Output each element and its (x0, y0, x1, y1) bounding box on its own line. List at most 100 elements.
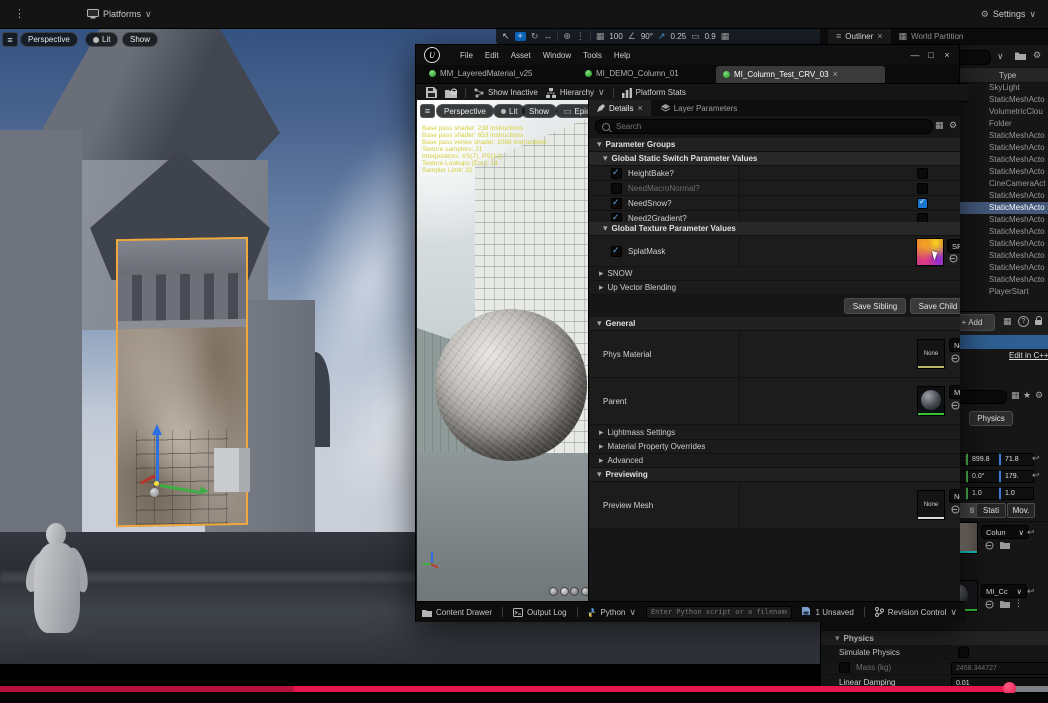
save-icon[interactable] (426, 87, 437, 98)
use-selected-icon[interactable] (985, 600, 994, 609)
gizmo-y-arrowhead[interactable] (199, 486, 209, 495)
tab-mm-layeredmaterial[interactable]: MM_LayeredMaterial_v25 (422, 65, 586, 82)
gizmo-z-axis[interactable] (156, 435, 159, 483)
window-titlebar[interactable]: U File Edit Asset Window Tools Help — □ … (416, 45, 959, 66)
browse-icon[interactable] (1000, 600, 1010, 608)
grid-snap-icon[interactable]: ▦ (596, 32, 605, 41)
chevron-down-icon[interactable]: ∨ (997, 52, 1004, 61)
preview-plane-icon[interactable] (570, 587, 579, 596)
surface-snap-icon[interactable]: ⋮ (576, 32, 585, 41)
scale-tool-icon[interactable]: ↔ (543, 32, 552, 41)
location-y-field[interactable]: 899.8 (966, 453, 1003, 466)
material-slot2-dropdown[interactable]: MI_Cc∨ (981, 584, 1027, 598)
up-vector-blending-row[interactable]: ▸Up Vector Blending (589, 281, 960, 295)
platform-stats-button[interactable]: Platform Stats (622, 88, 686, 98)
menu-help[interactable]: Help (608, 51, 636, 60)
param-enable-checkbox[interactable] (611, 183, 622, 194)
select-tool-icon[interactable]: ↖ (502, 32, 510, 41)
reset-location-icon[interactable]: ↩ (1032, 453, 1040, 464)
use-selected-icon[interactable] (985, 541, 994, 550)
menu-asset[interactable]: Asset (505, 51, 537, 60)
preview-mesh-dropdown[interactable]: None∨ (949, 489, 960, 503)
details-search-input[interactable] (614, 121, 878, 132)
phys-material-thumbnail[interactable]: None (917, 339, 945, 369)
browse-icon[interactable] (1000, 541, 1010, 549)
settings-button[interactable]: ⚙ Settings∨ (981, 9, 1036, 19)
close-tab-icon[interactable]: × (833, 70, 838, 79)
texture-group-header[interactable]: ▾Global Texture Parameter Values (589, 222, 960, 236)
lock-icon[interactable] (1035, 320, 1042, 325)
save-child-button[interactable]: Save Child (910, 298, 960, 314)
material-property-overrides-row[interactable]: ▸Material Property Overrides (589, 440, 960, 454)
viewport-show-button[interactable]: Show (122, 32, 158, 47)
mass-override-checkbox[interactable] (839, 662, 850, 673)
param-enable-checkbox[interactable] (611, 246, 622, 257)
move-tool-icon[interactable]: + (515, 32, 526, 41)
lightmass-settings-row[interactable]: ▸Lightmass Settings (589, 426, 960, 440)
material-slot1-dropdown[interactable]: Colun∨ (981, 525, 1029, 539)
previewing-header[interactable]: ▾Previewing (589, 468, 960, 482)
camera-speed-value[interactable]: 0.9 (705, 32, 716, 41)
preview-cylinder-icon[interactable] (549, 587, 558, 596)
details-settings-icon[interactable]: ⚙ (1035, 391, 1043, 400)
camera-speed-icon[interactable]: ▭ (691, 32, 700, 41)
use-selected-icon[interactable] (951, 401, 960, 410)
scale-y-field[interactable]: 1.0 (966, 487, 1003, 500)
revision-control-button[interactable]: Revision Control∨ (875, 607, 957, 617)
parameter-groups-header[interactable]: ▾Parameter Groups (589, 138, 960, 152)
close-tab-icon[interactable]: × (637, 104, 642, 113)
close-icon[interactable]: × (877, 32, 882, 41)
details-view-options-icon[interactable]: ▦ (1003, 317, 1012, 326)
details-settings-icon[interactable]: ⚙ (949, 121, 957, 130)
tab-layer-parameters[interactable]: Layer Parameters (651, 100, 748, 116)
splatmask-asset-dropdown[interactable]: SPM_ColumnTest_03∨ (947, 239, 960, 253)
gizmo-y-axis[interactable] (160, 484, 200, 494)
param-enable-checkbox[interactable] (611, 168, 622, 179)
menu-window[interactable]: Window (537, 51, 577, 60)
hierarchy-button[interactable]: Hierarchy∨ (546, 88, 605, 98)
preview-perspective-button[interactable]: Perspective (436, 104, 494, 118)
tab-details[interactable]: Details × (589, 100, 651, 116)
display-filter-icon[interactable]: ▦ (935, 121, 944, 130)
menu-edit[interactable]: Edit (479, 51, 505, 60)
physics-filter-chip[interactable]: Physics (969, 411, 1013, 426)
content-drawer-button[interactable]: Content Drawer (422, 608, 492, 617)
reset-slot1-icon[interactable]: ↩ (1027, 527, 1035, 538)
kebab-menu-icon[interactable]: ⋮ (14, 9, 25, 20)
scale-snap-icon[interactable]: ↗ (658, 32, 666, 41)
material-preview-viewport[interactable]: ≡ Perspective Lit Show ▭Epic Hea Base pa… (417, 100, 588, 601)
save-sibling-button[interactable]: Save Sibling (844, 298, 906, 314)
viewport-options-icon[interactable]: ≡ (2, 32, 18, 47)
details-search[interactable] (595, 119, 933, 134)
param-value-checkbox[interactable] (917, 183, 928, 194)
tab-mi-demo-column[interactable]: MI_DEMO_Column_01 (578, 65, 722, 82)
mass-field[interactable]: 2458.344727 (951, 662, 1048, 675)
python-console-input[interactable] (646, 606, 792, 619)
use-selected-icon[interactable] (949, 254, 958, 263)
phys-material-dropdown[interactable]: None∨ (949, 338, 960, 352)
param-value-checkbox[interactable] (917, 168, 928, 179)
preview-options-icon[interactable]: ≡ (420, 104, 435, 118)
rotation-snap-value[interactable]: 90° (641, 32, 653, 41)
reset-rotation-icon[interactable]: ↩ (1032, 470, 1040, 481)
advanced-row[interactable]: ▸Advanced (589, 454, 960, 468)
preview-show-button[interactable]: Show (521, 104, 557, 118)
transform-gizmo[interactable] (130, 422, 220, 532)
switch-row[interactable]: NeedMacroNormal? (589, 181, 960, 196)
rotate-tool-icon[interactable]: ↻ (531, 32, 539, 41)
preview-mesh-thumbnail[interactable]: None (917, 490, 945, 520)
rotation-snap-icon[interactable]: ∠ (628, 32, 636, 41)
switch-row[interactable]: HeightBake? (589, 166, 960, 181)
kebab-menu-icon[interactable]: ⋮ (1014, 599, 1023, 608)
parent-dropdown[interactable]: MM_LayeredMaterial_v25∨ (949, 385, 960, 399)
param-enable-checkbox[interactable] (611, 198, 622, 209)
location-z-field[interactable]: 71.8 (999, 453, 1034, 466)
scale-snap-value[interactable]: 0.25 (671, 32, 687, 41)
grid-view-icon[interactable]: ▦ (1011, 391, 1020, 400)
menu-file[interactable]: File (454, 51, 479, 60)
param-value-checkbox[interactable] (917, 198, 928, 209)
timeline-scrubber[interactable] (0, 686, 1048, 692)
snow-group-row[interactable]: ▸SNOW (589, 267, 960, 281)
world-local-icon[interactable]: ⊕ (563, 32, 571, 41)
outliner-settings-icon[interactable]: ⚙ (1033, 51, 1041, 60)
